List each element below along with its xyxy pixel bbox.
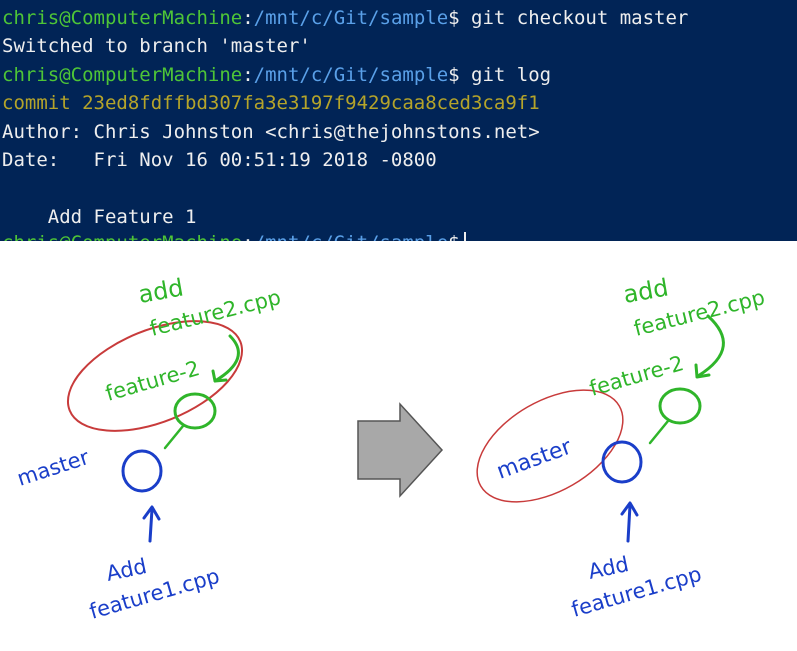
transition-arrow-icon [357,402,444,498]
arrow-to-master-commit [626,503,632,543]
terminal-output-line: Switched to branch 'master' [2,35,311,57]
git-branch-diagram: add feature2.cpp feature-2 master Add fe… [0,241,797,651]
prompt-path: /mnt/c/Git/sample [253,64,449,86]
commit-node-master [121,449,163,493]
text-cursor [463,231,466,241]
prompt-symbol: $ [448,232,459,241]
prompt-user: chris@ComputerMachine [2,64,243,86]
terminal-line-9[interactable]: chris@ComputerMachine:/mnt/c/Git/sample$ [2,229,466,241]
master-label: master [14,445,92,491]
prompt-user: chris@ComputerMachine [2,7,243,29]
prompt-symbol: $ [448,7,460,29]
arrow-to-master-commit [148,507,154,543]
commit-author-line: Author: Chris Johnston <chris@thejohnsto… [2,121,540,143]
arrow-to-feature-commit [696,314,725,378]
prompt-separator: : [242,232,253,241]
add-label-line1: add [136,273,185,308]
prompt-path: /mnt/c/Git/sample [253,7,449,29]
arrow-to-feature-commit [213,334,240,383]
command-text: git checkout master [459,7,689,29]
commit-date-line: Date: Fri Nov 16 00:51:19 2018 -0800 [2,149,437,171]
master-label: master [494,434,576,484]
terminal-line-3: chris@ComputerMachine:/mnt/c/Git/sample$… [2,61,551,89]
commit-link-right [648,419,670,445]
commit-link-left [163,424,185,450]
add1-label-line1: Add [586,552,631,584]
prompt-path: /mnt/c/Git/sample [254,232,448,241]
commit-hash-line: commit 23ed8fdffbd307fa3e3197f9429caa8ce… [2,92,540,114]
command-text: git log [459,64,552,86]
prompt-symbol: $ [448,64,460,86]
commit-message-line: Add Feature 1 [2,206,197,228]
commit-node-master [601,440,643,484]
add-label-line1: add [621,273,670,308]
terminal-line-1: chris@ComputerMachine:/mnt/c/Git/sample$… [2,4,688,32]
terminal-window[interactable]: chris@ComputerMachine:/mnt/c/Git/sample$… [0,0,797,241]
left-panel: add feature2.cpp feature-2 master Add fe… [14,273,283,623]
prompt-user: chris@ComputerMachine [2,232,242,241]
commit-node-feature [658,387,702,425]
prompt-separator: : [242,7,254,29]
prompt-separator: : [242,64,254,86]
feature-2-label: feature-2 [103,356,203,406]
right-panel: add feature2.cpp feature-2 master Add fe… [476,273,767,622]
commit-node-feature [173,392,217,430]
feature-2-label: feature-2 [587,351,687,401]
add1-label-line1: Add [104,554,149,586]
diagram-canvas: add feature2.cpp feature-2 master Add fe… [14,273,767,623]
